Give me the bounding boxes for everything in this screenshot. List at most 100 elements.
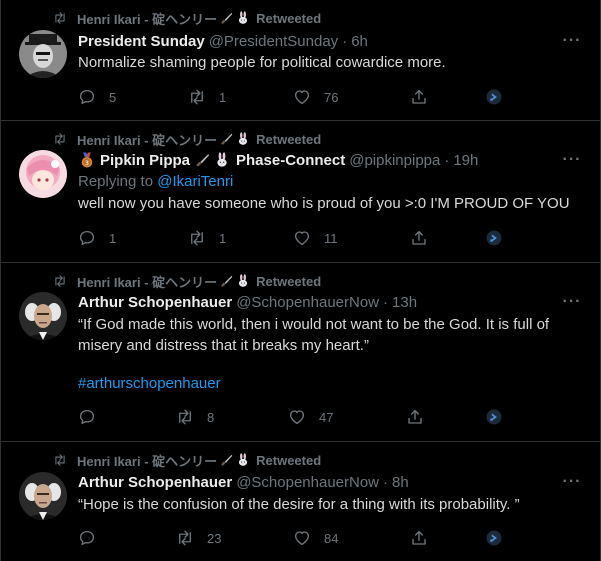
heart-icon (293, 229, 311, 247)
heart-icon (293, 529, 311, 547)
avatar[interactable] (19, 472, 67, 520)
share-button[interactable] (406, 406, 424, 428)
knife-emoji-icon (220, 453, 234, 467)
reply-count: 5 (109, 89, 117, 105)
knife-emoji-icon (195, 152, 211, 168)
promote-icon[interactable] (485, 529, 503, 547)
tweet-actions: 5 1 76 (78, 86, 518, 108)
share-icon (410, 529, 428, 547)
reply-button[interactable] (78, 527, 109, 549)
timeline: Henri Ikari - 碇ヘンリー Retweeted President … (0, 0, 601, 561)
retweet-icon (53, 132, 67, 146)
separator-dot: · (383, 293, 389, 311)
tweet-text: “Hope is the confusion of the desire for… (78, 496, 520, 513)
share-button[interactable] (410, 527, 428, 549)
retweet-count: 1 (219, 89, 227, 105)
knife-emoji-icon (220, 132, 234, 146)
more-icon[interactable]: ··· (562, 472, 582, 492)
retweet-icon (53, 274, 67, 288)
retweet-context: Henri Ikari - 碇ヘンリー Retweeted (53, 451, 322, 470)
reply-button[interactable]: 5 (78, 86, 116, 108)
promote-icon[interactable] (485, 88, 503, 106)
tweet-text: well now you have someone who is proud o… (78, 195, 570, 212)
retweet-icon (188, 88, 206, 106)
retweet-icon (53, 453, 67, 467)
retweeted-label: Retweeted (256, 452, 322, 468)
author-handle[interactable]: @SchopenhauerNow (236, 294, 379, 311)
share-button[interactable] (410, 227, 428, 249)
share-button[interactable] (410, 86, 428, 108)
tweet-text: “If God made this world, then i would no… (78, 316, 550, 354)
reply-button[interactable] (78, 406, 109, 428)
more-icon[interactable]: ··· (562, 292, 582, 312)
author-name[interactable]: President Sunday (78, 33, 205, 50)
knife-emoji-icon (220, 274, 234, 288)
promote-icon[interactable] (485, 229, 503, 247)
tweet-time[interactable]: 8h (392, 474, 409, 491)
replying-prefix: Replying to (78, 173, 154, 190)
author-handle[interactable]: @SchopenhauerNow (236, 474, 379, 491)
tweet-header: Arthur Schopenhauer @SchopenhauerNow · 1… (78, 292, 417, 312)
like-count: 84 (324, 530, 339, 546)
retweet-button[interactable]: 1 (188, 227, 226, 249)
replying-to: Replying to @IkariTenri (78, 173, 233, 190)
medal-emoji-icon (78, 151, 96, 169)
retweet-icon (188, 229, 206, 247)
retweeter-name[interactable]: Henri Ikari - 碇ヘンリー (77, 130, 217, 149)
retweet-button[interactable]: 23 (176, 527, 221, 549)
retweet-icon (176, 408, 194, 426)
tweet[interactable]: Henri Ikari - 碇ヘンリー Retweeted Pipkin Pip… (1, 121, 600, 263)
author-name-suffix[interactable]: Phase-Connect (236, 152, 345, 169)
tweet[interactable]: Henri Ikari - 碇ヘンリー Retweeted President … (1, 0, 600, 121)
like-button[interactable]: 11 (293, 227, 338, 249)
retweeter-name[interactable]: Henri Ikari - 碇ヘンリー (77, 9, 217, 28)
reply-icon (78, 408, 96, 426)
retweeted-label: Retweeted (256, 273, 322, 289)
retweet-context: Henri Ikari - 碇ヘンリー Retweeted (53, 272, 322, 291)
author-name[interactable]: Arthur Schopenhauer (78, 474, 232, 491)
tweet[interactable]: Henri Ikari - 碇ヘンリー Retweeted Arthur Sch… (1, 263, 600, 442)
tweet-header: Arthur Schopenhauer @SchopenhauerNow · 8… (78, 472, 409, 492)
author-handle[interactable]: @pipkinpippa (349, 152, 440, 169)
reply-icon (78, 529, 96, 547)
author-name[interactable]: Arthur Schopenhauer (78, 294, 232, 311)
more-icon[interactable]: ··· (562, 31, 582, 51)
tweet-header: President Sunday @PresidentSunday · 6h (78, 31, 368, 51)
retweeter-name[interactable]: Henri Ikari - 碇ヘンリー (77, 451, 217, 470)
separator-dot: · (383, 473, 389, 491)
tweet-time[interactable]: 19h (453, 152, 478, 169)
share-icon (410, 88, 428, 106)
tweet-time[interactable]: 13h (392, 294, 417, 311)
like-button[interactable]: 76 (293, 86, 338, 108)
avatar[interactable] (19, 292, 67, 340)
retweeter-name[interactable]: Henri Ikari - 碇ヘンリー (77, 272, 217, 291)
replying-to-link[interactable]: @IkariTenri (157, 173, 233, 190)
bunny-emoji-icon (214, 152, 230, 168)
retweet-button[interactable]: 8 (176, 406, 214, 428)
retweet-count: 23 (207, 530, 222, 546)
like-button[interactable]: 47 (288, 406, 333, 428)
avatar[interactable] (19, 150, 67, 198)
avatar[interactable] (19, 30, 67, 78)
more-icon[interactable]: ··· (562, 150, 582, 170)
promote-icon[interactable] (485, 408, 503, 426)
tweet-actions: 8 47 (78, 406, 518, 428)
hashtag-link[interactable]: #arthurschopenhauer (78, 375, 221, 392)
author-handle[interactable]: @PresidentSunday (209, 33, 338, 50)
bunny-emoji-icon (236, 453, 250, 467)
share-icon (410, 229, 428, 247)
bunny-emoji-icon (236, 132, 250, 146)
author-name[interactable]: Pipkin Pippa (100, 152, 190, 169)
tweet[interactable]: Henri Ikari - 碇ヘンリー Retweeted Arthur Sch… (1, 442, 600, 561)
like-count: 47 (319, 409, 334, 425)
knife-emoji-icon (220, 11, 234, 25)
retweet-context: Henri Ikari - 碇ヘンリー Retweeted (53, 130, 321, 149)
like-button[interactable]: 84 (293, 527, 338, 549)
tweet-actions: 1 1 11 (78, 227, 518, 249)
retweet-button[interactable]: 1 (188, 86, 226, 108)
tweet-actions: 23 84 (78, 527, 518, 549)
reply-button[interactable]: 1 (78, 227, 116, 249)
separator-dot: · (342, 32, 348, 50)
tweet-text: Normalize shaming people for political c… (78, 54, 446, 71)
tweet-time[interactable]: 6h (351, 33, 368, 50)
